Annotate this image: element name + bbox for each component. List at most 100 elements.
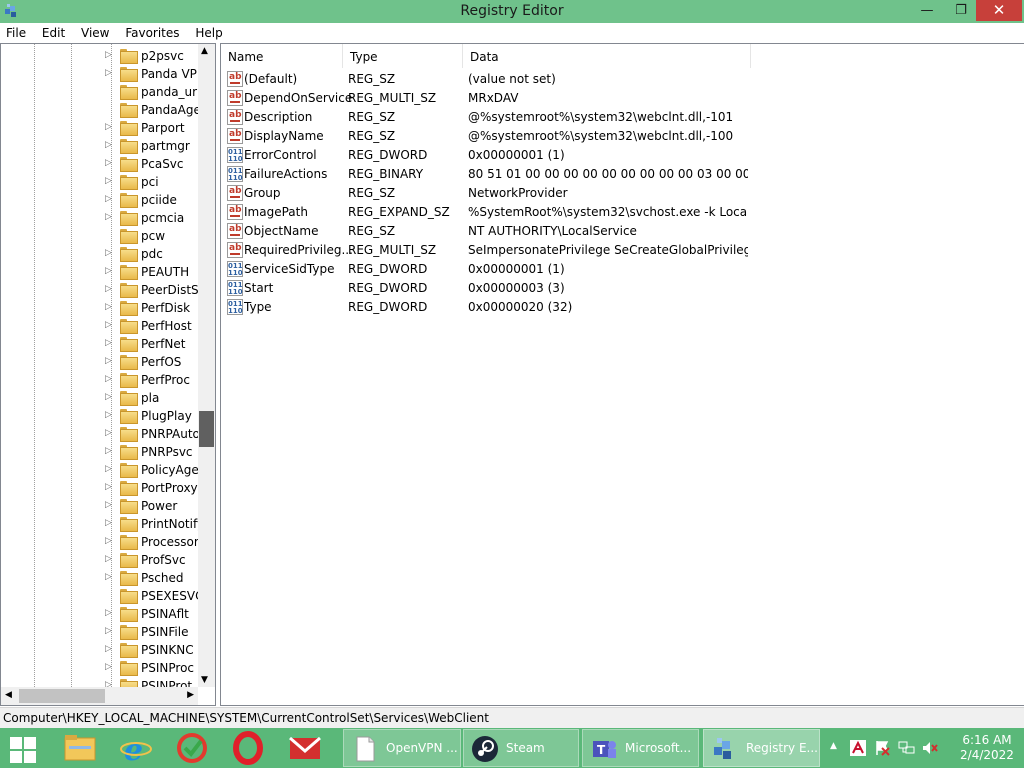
tree-item[interactable]: PandaAger: [105, 101, 199, 119]
expand-arrow-icon[interactable]: ▷: [105, 284, 112, 294]
tree-item[interactable]: ▷ PlugPlay: [105, 407, 199, 425]
scroll-down-icon[interactable]: ▼: [201, 675, 208, 685]
tree-item[interactable]: ▷ PolicyAger: [105, 461, 199, 479]
expand-arrow-icon[interactable]: ▷: [105, 212, 112, 222]
value-row[interactable]: 011 110 Type REG_DWORD 0x00000020 (32): [221, 298, 1024, 317]
tree-item[interactable]: ▷ ProfSvc: [105, 551, 199, 569]
value-row[interactable]: ab DisplayName REG_SZ @%systemroot%\system3…: [221, 127, 1024, 146]
value-row[interactable]: 011 110 ErrorControl REG_DWORD 0x00000001 (1…: [221, 146, 1024, 165]
expand-arrow-icon[interactable]: ▷: [105, 140, 112, 150]
expand-arrow-icon[interactable]: ▷: [105, 446, 112, 456]
tree-item[interactable]: ▷ PSINKNC: [105, 641, 199, 659]
tree-item[interactable]: ▷ PSINFile: [105, 623, 199, 641]
expand-arrow-icon[interactable]: ▷: [105, 410, 112, 420]
expand-arrow-icon[interactable]: ▷: [105, 356, 112, 366]
tree-item[interactable]: ▷ PortProxy: [105, 479, 199, 497]
action-center-flag-icon[interactable]: [875, 740, 891, 756]
close-button[interactable]: ✕: [976, 0, 1022, 21]
menu-edit[interactable]: Edit: [36, 23, 71, 40]
tree-item[interactable]: ▷ partmgr: [105, 137, 199, 155]
expand-arrow-icon[interactable]: ▷: [105, 536, 112, 546]
volume-muted-icon[interactable]: [922, 740, 938, 756]
expand-arrow-icon[interactable]: ▷: [105, 68, 112, 78]
value-row[interactable]: 011 110 Start REG_DWORD 0x00000003 (3): [221, 279, 1024, 298]
tree-item[interactable]: ▷ PSINProc: [105, 659, 199, 677]
menu-favorites[interactable]: Favorites: [119, 23, 185, 40]
expand-arrow-icon[interactable]: ▷: [105, 158, 112, 168]
ccleaner-icon[interactable]: [167, 728, 217, 768]
tree-item[interactable]: ▷ PerfDisk: [105, 299, 199, 317]
expand-arrow-icon[interactable]: ▷: [105, 50, 112, 60]
expand-arrow-icon[interactable]: ▷: [105, 266, 112, 276]
scroll-up-icon[interactable]: ▲: [201, 46, 208, 56]
tree-vertical-scrollbar[interactable]: ▲ ▼: [198, 44, 215, 687]
tree-item[interactable]: ▷ Parport: [105, 119, 199, 137]
expand-arrow-icon[interactable]: ▷: [105, 320, 112, 330]
expand-arrow-icon[interactable]: ▷: [105, 338, 112, 348]
expand-arrow-icon[interactable]: ▷: [105, 500, 112, 510]
regedit-task[interactable]: Registry E...: [703, 729, 820, 767]
tree-item[interactable]: ▷ PNRPAuto: [105, 425, 199, 443]
mail-icon[interactable]: [280, 728, 330, 768]
title-bar[interactable]: Registry Editor — ❐ ✕: [0, 0, 1024, 23]
tree-item[interactable]: ▷ PerfHost: [105, 317, 199, 335]
value-row[interactable]: ab Group REG_SZ NetworkProvider: [221, 184, 1024, 203]
minimize-button[interactable]: —: [912, 0, 942, 21]
registry-tree[interactable]: ▷ p2psvc ▷ Panda VPN panda_url_ PandaAger ▷ Par…: [0, 43, 216, 706]
expand-arrow-icon[interactable]: ▷: [105, 626, 112, 636]
tree-item[interactable]: ▷ p2psvc: [105, 47, 199, 65]
expand-arrow-icon[interactable]: ▷: [105, 374, 112, 384]
value-row[interactable]: ab RequiredPrivileg... REG_MULTI_SZ SeImper…: [221, 241, 1024, 260]
tree-item[interactable]: pcw: [105, 227, 199, 245]
tree-item[interactable]: PSEXESVC: [105, 587, 199, 605]
column-header-name[interactable]: Name: [221, 44, 343, 68]
menu-file[interactable]: File: [0, 23, 32, 40]
column-header-type[interactable]: Type: [343, 44, 463, 68]
start-button[interactable]: [8, 728, 40, 768]
tree-item[interactable]: ▷ PerfOS: [105, 353, 199, 371]
tree-horizontal-scrollbar[interactable]: ◀ ▶: [1, 687, 198, 705]
tree-item[interactable]: ▷ pci: [105, 173, 199, 191]
tree-item[interactable]: ▷ PerfProc: [105, 371, 199, 389]
menu-view[interactable]: View: [75, 23, 115, 40]
values-list[interactable]: Name Type Data ab (Default) REG_SZ (value n…: [220, 43, 1024, 706]
column-header-data[interactable]: Data: [463, 44, 751, 68]
expand-arrow-icon[interactable]: ▷: [105, 482, 112, 492]
expand-arrow-icon[interactable]: ▷: [105, 572, 112, 582]
clock[interactable]: 6:16 AM 2/4/2022: [955, 733, 1019, 763]
expand-arrow-icon[interactable]: ▷: [105, 662, 112, 672]
tree-item[interactable]: ▷ pciide: [105, 191, 199, 209]
opera-icon[interactable]: [223, 728, 273, 768]
scroll-left-icon[interactable]: ◀: [5, 690, 12, 700]
expand-arrow-icon[interactable]: ▷: [105, 464, 112, 474]
expand-arrow-icon[interactable]: ▷: [105, 302, 112, 312]
tree-item[interactable]: ▷ Power: [105, 497, 199, 515]
tree-item[interactable]: ▷ pdc: [105, 245, 199, 263]
value-row[interactable]: ab ImagePath REG_EXPAND_SZ %SystemRoot%\sys…: [221, 203, 1024, 222]
network-icon[interactable]: [898, 740, 916, 756]
expand-arrow-icon[interactable]: ▷: [105, 644, 112, 654]
show-hidden-icons-chevron[interactable]: ▲: [830, 741, 837, 751]
tree-item[interactable]: panda_url_: [105, 83, 199, 101]
value-row[interactable]: ab DependOnService REG_MULTI_SZ MRxDAV: [221, 89, 1024, 108]
file-explorer-icon[interactable]: [55, 728, 105, 768]
value-row[interactable]: 011 110 FailureActions REG_BINARY 80 51 01 0…: [221, 165, 1024, 184]
internet-explorer-icon[interactable]: e: [111, 728, 161, 768]
expand-arrow-icon[interactable]: ▷: [105, 428, 112, 438]
value-row[interactable]: ab ObjectName REG_SZ NT AUTHORITY\LocalServ…: [221, 222, 1024, 241]
steam-task[interactable]: Steam: [463, 729, 579, 767]
tree-item[interactable]: ▷ PrintNotify: [105, 515, 199, 533]
expand-arrow-icon[interactable]: ▷: [105, 248, 112, 258]
tree-item[interactable]: ▷ PerfNet: [105, 335, 199, 353]
expand-arrow-icon[interactable]: ▷: [105, 518, 112, 528]
tree-item[interactable]: ▷ Psched: [105, 569, 199, 587]
tree-item[interactable]: ▷ PEAUTH: [105, 263, 199, 281]
expand-arrow-icon[interactable]: ▷: [105, 608, 112, 618]
expand-arrow-icon[interactable]: ▷: [105, 554, 112, 564]
adobe-icon[interactable]: [850, 740, 866, 756]
tree-item[interactable]: ▷ pcmcia: [105, 209, 199, 227]
tree-item[interactable]: ▷ Processor: [105, 533, 199, 551]
menu-help[interactable]: Help: [189, 23, 228, 40]
expand-arrow-icon[interactable]: ▷: [105, 122, 112, 132]
tree-item[interactable]: ▷ PeerDistSv: [105, 281, 199, 299]
